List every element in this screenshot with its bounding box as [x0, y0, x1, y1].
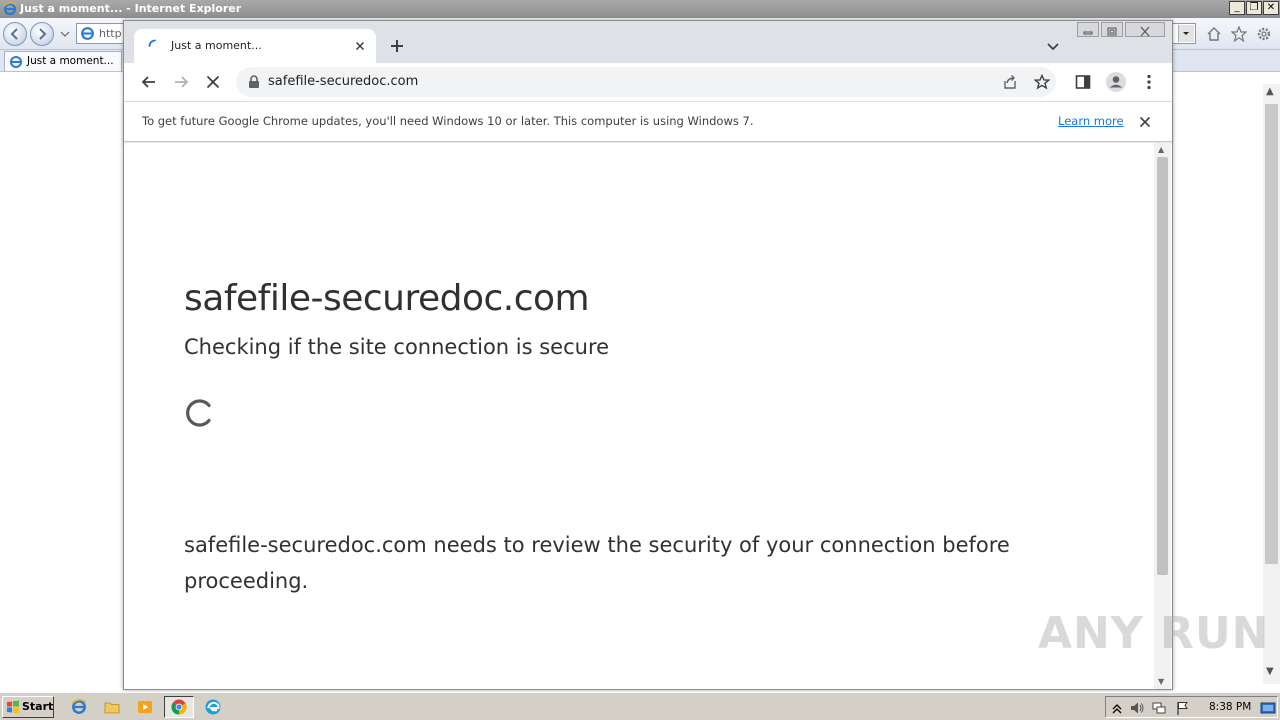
- chrome-logo-icon: [171, 699, 187, 715]
- back-arrow-icon: [10, 28, 18, 40]
- start-label: Start: [22, 700, 54, 713]
- share-icon[interactable]: [1002, 74, 1018, 90]
- close-icon: [1140, 26, 1150, 37]
- favorites-star-icon[interactable]: [1231, 26, 1247, 42]
- ie-page-icon: [81, 27, 94, 40]
- restore-icon: [1107, 27, 1117, 36]
- ie-address-dropdown[interactable]: [1178, 25, 1194, 42]
- back-arrow-icon[interactable]: [140, 73, 158, 91]
- ie-back-button[interactable]: [3, 22, 27, 46]
- ie-logo-icon: [3, 2, 17, 16]
- chrome-close-button[interactable]: [1125, 22, 1165, 37]
- ie-close-button[interactable]: ✕: [1263, 1, 1279, 15]
- clock: 8:38 PM: [1209, 701, 1252, 713]
- chrome-restore-button[interactable]: [1101, 22, 1123, 37]
- home-icon[interactable]: [1206, 26, 1222, 42]
- profile-icon[interactable]: [1105, 71, 1127, 93]
- close-icon[interactable]: [1138, 115, 1152, 129]
- chevron-down-icon[interactable]: [1045, 38, 1061, 54]
- page-scroll-thumb[interactable]: [1157, 157, 1168, 575]
- learn-more-link[interactable]: Learn more: [1058, 114, 1124, 128]
- ie-tab-icon: [10, 56, 22, 68]
- gear-icon[interactable]: [1256, 26, 1272, 42]
- page-content: safefile-securedoc.com Checking if the s…: [126, 143, 1154, 689]
- volume-icon[interactable]: [1129, 700, 1145, 716]
- media-player-icon: [138, 701, 152, 713]
- page-subtitle: Checking if the site connection is secur…: [184, 335, 610, 359]
- ie-titlebar: Just a moment... - Internet Explorer _ ❐…: [0, 0, 1280, 18]
- taskbar-edge[interactable]: [198, 696, 228, 718]
- site-title: safefile-securedoc.com: [184, 278, 590, 319]
- scroll-up-icon[interactable]: ▲: [1158, 145, 1164, 154]
- lock-icon[interactable]: [248, 75, 260, 89]
- forward-arrow-icon[interactable]: [172, 73, 190, 91]
- kebab-menu-icon[interactable]: [1140, 73, 1158, 91]
- ie-restore-button[interactable]: ❐: [1246, 1, 1262, 15]
- system-tray: 8:38 PM: [1105, 696, 1278, 718]
- ie-scrollbar[interactable]: ▲ ▼: [1263, 84, 1280, 684]
- chevron-up-icon[interactable]: [1109, 700, 1125, 716]
- forward-arrow-icon: [39, 28, 47, 40]
- show-desktop-icon[interactable]: [1260, 700, 1276, 716]
- taskbar: Start 8:38 PM: [0, 692, 1280, 720]
- history-dropdown-icon[interactable]: [60, 30, 70, 38]
- taskbar-ie[interactable]: [64, 696, 94, 718]
- chrome-minimize-button[interactable]: [1077, 22, 1099, 37]
- side-panel-icon[interactable]: [1074, 73, 1092, 91]
- close-icon[interactable]: [352, 38, 368, 54]
- ie-forward-button[interactable]: [30, 22, 54, 46]
- plus-icon[interactable]: [387, 36, 407, 56]
- chrome-tab-title: Just a moment...: [171, 39, 262, 52]
- minimize-icon: [1083, 31, 1093, 35]
- ie-logo-icon: [71, 699, 87, 714]
- desktop: Just a moment... - Internet Explorer _ ❐…: [0, 0, 1280, 720]
- stop-icon[interactable]: [204, 73, 222, 91]
- chevron-down-icon: [1183, 32, 1189, 35]
- chrome-tab[interactable]: Just a moment...: [134, 29, 376, 63]
- ie-tab[interactable]: Just a moment...: [4, 51, 122, 71]
- start-button[interactable]: Start: [2, 696, 54, 718]
- anyrun-watermark: ANY RUN: [1038, 608, 1270, 659]
- folder-icon: [104, 702, 120, 714]
- loading-spinner-icon: [186, 399, 211, 427]
- ie-window-title: Just a moment... - Internet Explorer: [20, 2, 242, 15]
- taskbar-explorer[interactable]: [97, 696, 127, 718]
- omnibox[interactable]: safefile-securedoc.com: [236, 67, 1056, 97]
- page-body-text: safefile-securedoc.com needs to review t…: [184, 533, 1010, 593]
- infobar-message: To get future Google Chrome updates, you…: [142, 114, 754, 128]
- taskbar-chrome[interactable]: [164, 696, 194, 718]
- network-icon[interactable]: [1151, 700, 1167, 716]
- taskbar-media-player[interactable]: [130, 696, 160, 718]
- update-infobar: To get future Google Chrome updates, you…: [124, 101, 1172, 142]
- bookmark-star-icon[interactable]: [1034, 74, 1050, 90]
- action-center-flag-icon[interactable]: [1175, 700, 1191, 716]
- ie-scroll-thumb[interactable]: [1265, 104, 1278, 564]
- omnibox-url: safefile-securedoc.com: [268, 74, 419, 89]
- scroll-down-icon[interactable]: ▼: [1158, 677, 1164, 686]
- ie-minimize-button[interactable]: _: [1229, 1, 1245, 15]
- chrome-window: Just a moment... safefile-securedoc.com …: [123, 20, 1173, 690]
- chrome-tab-strip: Just a moment...: [124, 21, 1172, 63]
- scroll-down-icon[interactable]: ▼: [1266, 666, 1274, 677]
- ie-tab-label: Just a moment...: [27, 55, 114, 67]
- chrome-toolbar: safefile-securedoc.com: [124, 63, 1172, 101]
- scroll-up-icon[interactable]: ▲: [1266, 86, 1274, 97]
- edge-logo-icon: [205, 699, 221, 715]
- ie-address-text: http:: [99, 27, 126, 40]
- windows-flag-icon: [7, 700, 19, 714]
- loading-spinner-icon: [148, 39, 156, 47]
